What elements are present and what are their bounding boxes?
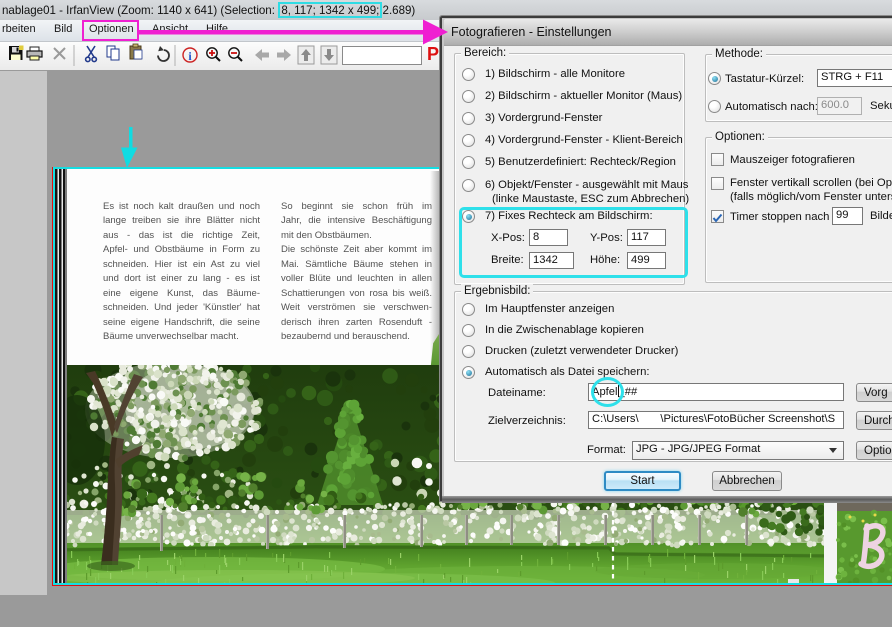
svg-text:i: i: [188, 49, 192, 63]
